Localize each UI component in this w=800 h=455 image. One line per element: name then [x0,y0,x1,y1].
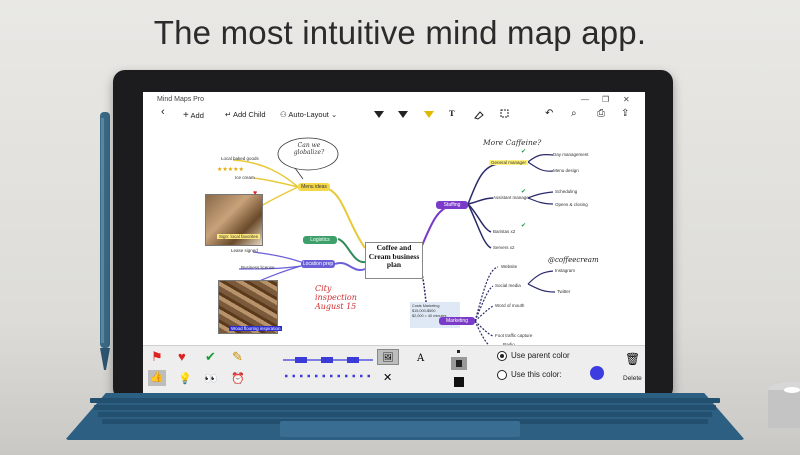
trash-icon[interactable]: 🗑 [625,352,640,366]
leaf-word-of-mouth[interactable]: Word of mouth [495,303,524,308]
flag-icon[interactable]: ⚑ [151,350,163,364]
line-color-icon[interactable] [398,111,408,119]
delete-label: Delete [623,375,642,382]
close-window-button[interactable]: ✕ [623,95,630,104]
leaf-scheduling[interactable]: Scheduling [555,189,577,194]
connector-style-solid-icon[interactable] [283,354,373,366]
use-this-color-label: Use this color: [511,370,562,379]
auto-layout-label: Auto-Layout [288,110,329,119]
leaf-general-manager[interactable]: General manager [489,160,529,165]
use-this-color-radio[interactable] [497,370,507,380]
leaf-ice-cream[interactable]: Ice cream [235,175,255,180]
leaf-day-management[interactable]: Day management [553,152,589,157]
leaf-twitter[interactable]: Twitter [557,289,570,294]
radio-selected-dot [500,354,504,358]
print-icon[interactable]: ⎙ [597,108,605,119]
lasso-select-icon[interactable] [500,109,510,120]
leaf-lease-signed[interactable]: Lease signed [231,248,258,253]
more-caffeine-note: More Caffeine? [483,138,542,147]
check-icon: ✔ [521,223,527,229]
node-shape-icon[interactable] [451,350,467,388]
text-style-icon[interactable]: A [417,352,424,366]
mind-map-canvas[interactable]: Sign: local favorites Wood flooring insp… [143,124,645,347]
branch-marketing[interactable]: Marketing [439,317,475,325]
branch-logistics[interactable]: Logistics [303,236,337,244]
add-child-label: Add Child [232,110,266,119]
leaf-social-media[interactable]: Social media [495,283,521,288]
share-icon[interactable]: ⇪ [621,108,629,119]
star-rating-icon: ★★★★★ [217,167,244,173]
lightbulb-icon[interactable]: 💡 [178,372,192,386]
cafe-photo-caption: Sign: local favorites [217,234,261,239]
main-toolbar: ‹ + Add ↵ Add Child ⚇ Auto-Layout ⌄ T ↶ … [143,106,645,124]
smart-speaker [768,382,800,428]
social-handle-note: @coffeecream [548,256,599,264]
globe-note: Can we globalize? [293,142,325,156]
leaf-opens-closing[interactable]: Opens & closing [555,202,588,207]
branch-menu-ideas[interactable]: Menu ideas [298,183,330,191]
plus-icon: + [183,110,189,121]
leaf-menu-design[interactable]: Menu design [553,168,579,173]
branch-location-prep[interactable]: Location prep [301,260,335,268]
leaf-local-baked-goods[interactable]: Local baked goods [221,156,259,161]
minimize-button[interactable]: — [581,95,589,104]
use-parent-color-label: Use parent color [511,351,570,360]
close-icon[interactable]: ✕ [383,371,392,385]
leaf-website[interactable]: Website [501,264,517,269]
add-label: Add [190,111,204,120]
title-bar: Mind Maps Pro — ❐ ✕ [143,92,645,107]
alarm-clock-icon[interactable]: ⏰ [231,372,245,386]
trackpad [280,421,520,437]
connector-style-dotted-icon[interactable] [283,372,373,380]
central-node[interactable]: Coffee and Cream business plan [365,242,423,279]
eyes-icon[interactable]: 👀 [204,372,218,386]
eraser-icon[interactable] [474,110,484,120]
branch-staffing[interactable]: Staffing [436,201,468,209]
use-parent-color-radio[interactable] [497,351,507,361]
headline: The most intuitive mind map app. [153,14,647,51]
pencil-icon[interactable]: ✎ [232,350,243,364]
chevron-down-icon: ⌄ [330,110,338,119]
window-title: Mind Maps Pro [157,96,205,103]
city-inspection-note: City inspection August 15 [315,284,357,311]
leaf-servers[interactable]: Servers x2 [493,245,515,250]
heart-icon[interactable]: ♥ [178,350,186,364]
leaf-instagram[interactable]: Instagram [555,268,575,273]
leaf-assistant-manager[interactable]: Assistant manager [493,195,530,200]
fill-color-icon[interactable] [424,111,434,119]
leaf-business-license[interactable]: Business license [241,265,275,270]
text-tool-button[interactable]: T [449,109,455,118]
heart-icon: ♥ [253,190,258,197]
thumbs-up-icon[interactable]: 👍 [148,370,166,386]
node-style-panel: ⚑ ♥ ✔ ✎ 👍 💡 👀 ⏰ 🖼 ✕ A Use parent color U… [143,345,645,393]
wood-photo-caption: Wood flooring inspiration [229,326,283,331]
add-button[interactable]: + Add [183,110,204,121]
search-icon[interactable]: ⌕ [571,108,577,119]
leaf-foot-traffic[interactable]: Foot traffic capture [495,333,532,338]
add-child-button[interactable]: ↵ Add Child [225,110,266,119]
leaf-baristas[interactable]: Baristas x2 [493,229,515,234]
check-icon[interactable]: ✔ [205,350,216,364]
line-style-icon[interactable] [374,111,384,119]
return-arrow-icon: ↵ [225,110,232,119]
maximize-button[interactable]: ❐ [602,95,609,104]
color-swatch[interactable] [590,366,604,380]
check-icon: ✔ [521,189,527,195]
app-screen: Mind Maps Pro — ❐ ✕ ‹ + Add ↵ Add Child … [143,92,645,393]
undo-button[interactable]: ↶ [545,108,553,119]
auto-layout-button[interactable]: ⚇ Auto-Layout ⌄ [280,110,337,119]
tree-icon: ⚇ [280,110,287,119]
back-button[interactable]: ‹ [161,106,165,118]
check-icon: ✔ [521,149,527,155]
image-icon[interactable]: 🖼 [377,349,399,365]
